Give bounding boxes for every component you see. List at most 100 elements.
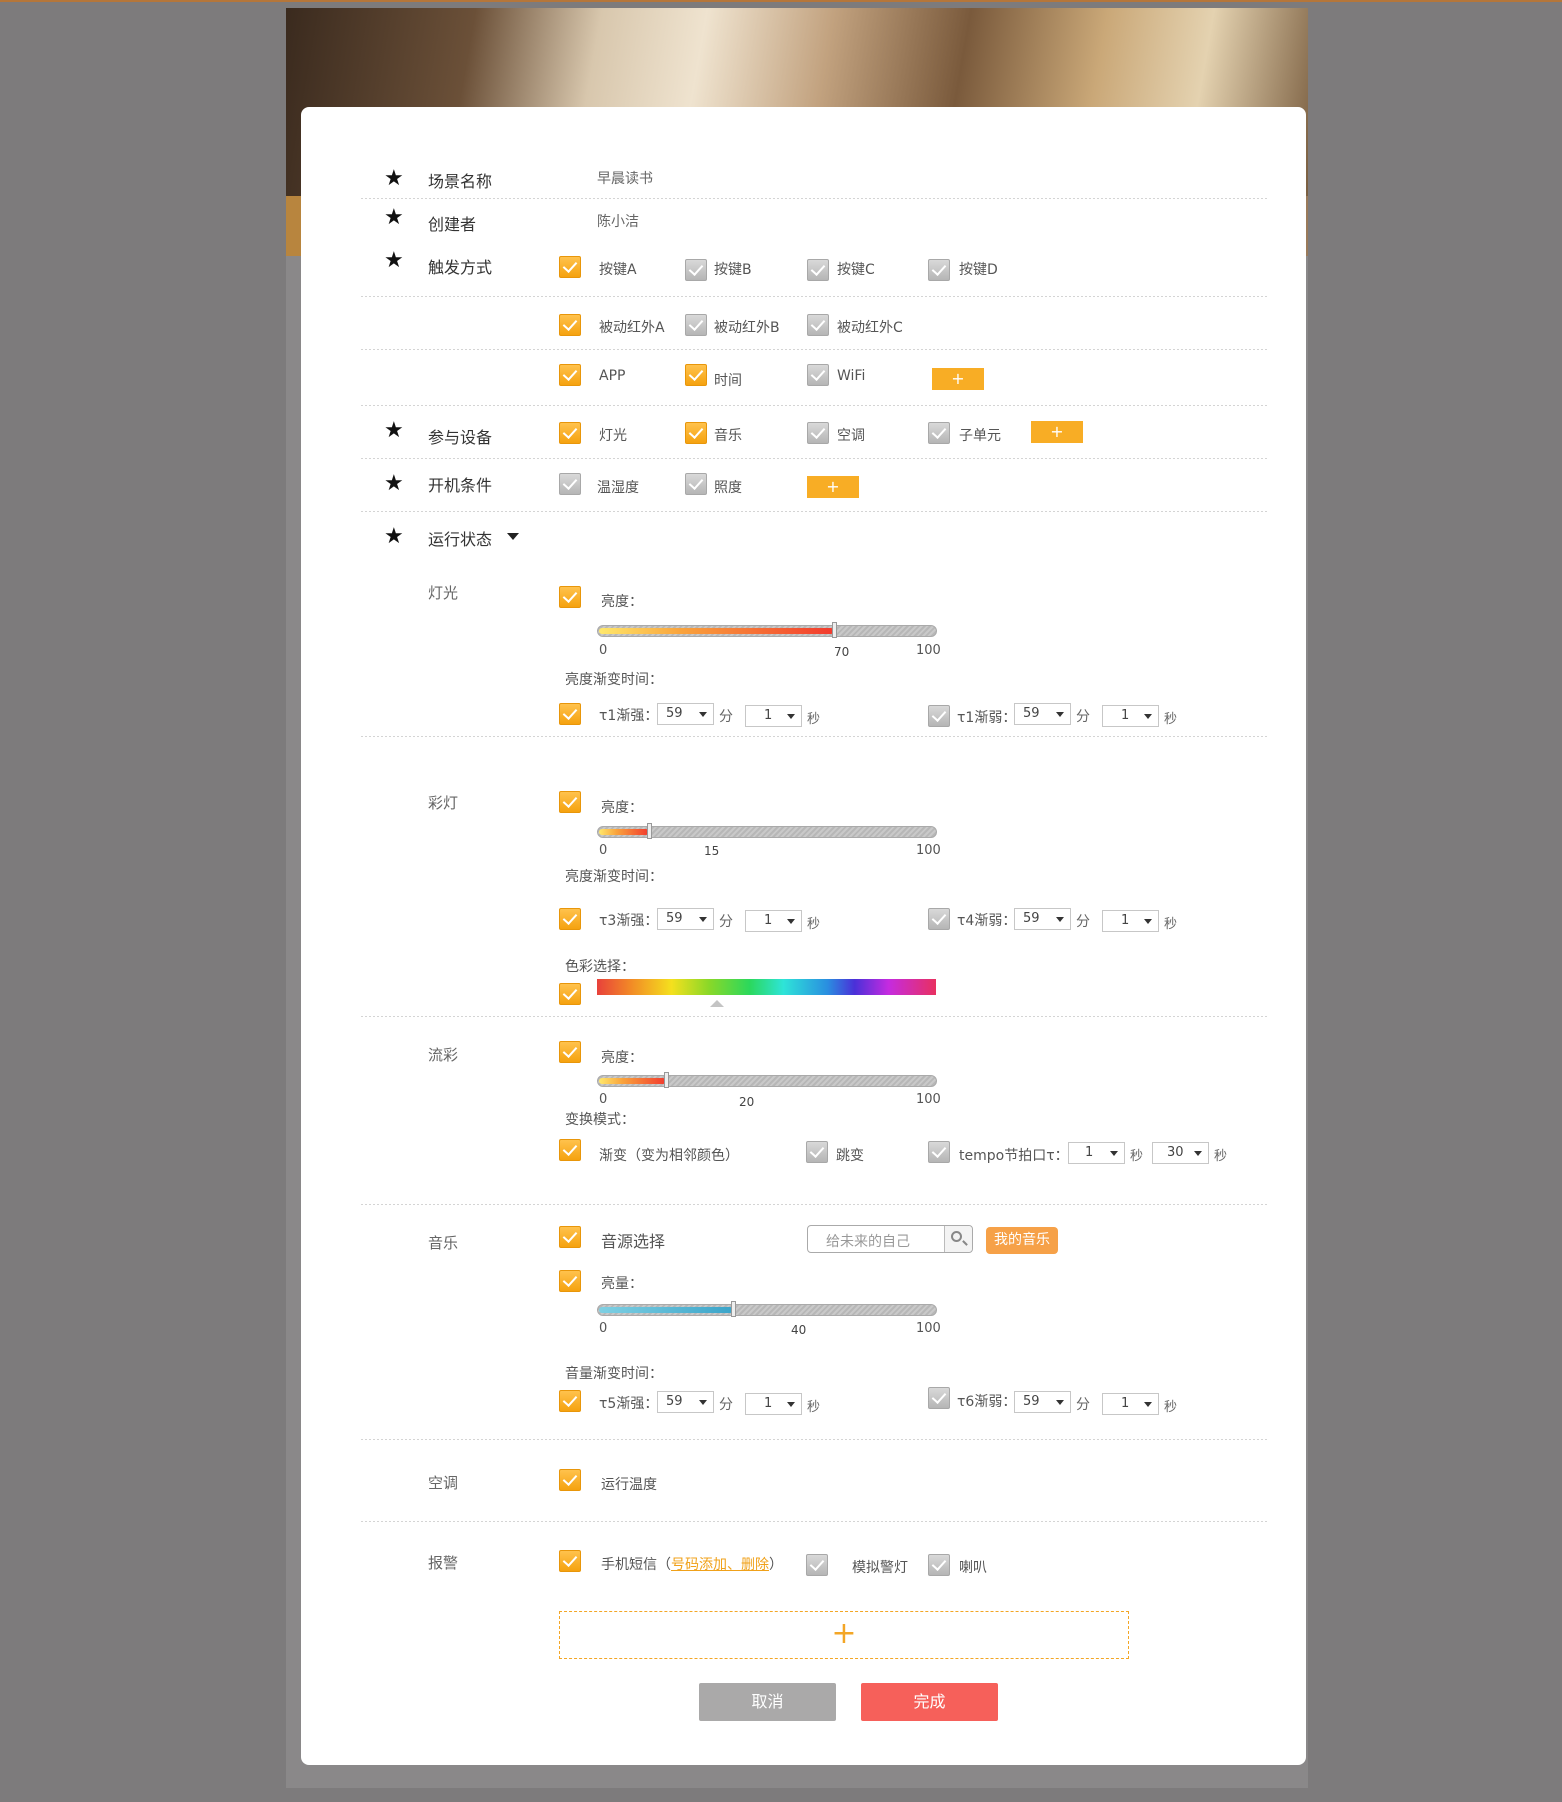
sms-text: 手机短信（ xyxy=(601,1557,671,1573)
device-option-label: 子单元 xyxy=(959,428,1001,444)
alarm-police-light-checkbox[interactable] xyxy=(806,1554,828,1576)
tempo-select[interactable]: 1 xyxy=(1068,1142,1125,1164)
add-device-button[interactable]: + xyxy=(1031,421,1083,443)
fade-out-minutes-select[interactable]: 59 xyxy=(1014,908,1071,930)
music-volume-checkbox[interactable] xyxy=(559,1270,581,1292)
unit-seconds: 秒 xyxy=(807,917,821,932)
volume-label: 亮量： xyxy=(601,1276,643,1292)
music-fade-out-checkbox[interactable] xyxy=(928,1387,950,1409)
trigger-app-checkbox[interactable] xyxy=(559,364,581,386)
done-button[interactable]: 完成 xyxy=(861,1683,998,1721)
fade-out-seconds-select[interactable]: 1 xyxy=(1102,705,1159,727)
trigger-ir-c-checkbox[interactable] xyxy=(807,314,829,336)
light-brightness-checkbox[interactable] xyxy=(559,586,581,608)
condition-illuminance-checkbox[interactable] xyxy=(685,473,707,495)
unit-minutes: 分 xyxy=(719,914,733,930)
trigger-key-a-checkbox[interactable] xyxy=(559,256,581,278)
trigger-key-b-checkbox[interactable] xyxy=(685,259,707,281)
music-search-box[interactable]: 给未来的自己 xyxy=(807,1225,973,1253)
slider-thumb[interactable] xyxy=(647,823,653,839)
trigger-key-d-checkbox[interactable] xyxy=(928,259,950,281)
unit-seconds: 秒 xyxy=(1164,917,1178,932)
unit-minutes: 分 xyxy=(1076,1397,1090,1413)
mode-gradient-checkbox[interactable] xyxy=(559,1139,581,1161)
fade-in-minutes-select[interactable]: 59 xyxy=(657,1391,714,1413)
light-fade-out-checkbox[interactable] xyxy=(928,705,950,727)
fade-out-minutes-select[interactable]: 59 xyxy=(1014,1391,1071,1413)
music-fade-in-checkbox[interactable] xyxy=(559,1390,581,1412)
sms-number-link[interactable]: 号码添加、删除 xyxy=(671,1557,769,1573)
condition-temp-humidity-checkbox[interactable] xyxy=(559,473,581,495)
color-select-label: 色彩选择： xyxy=(565,959,635,975)
slider-thumb[interactable] xyxy=(731,1301,737,1317)
fade-in-seconds-select[interactable]: 1 xyxy=(745,1393,802,1415)
fade-in-minutes-select[interactable]: 59 xyxy=(657,908,714,930)
unit-seconds: 秒 xyxy=(1130,1149,1144,1164)
fade-in-minutes-select[interactable]: 59 xyxy=(657,703,714,725)
color-light-fade-in-checkbox[interactable] xyxy=(559,908,581,930)
device-aircon-checkbox[interactable] xyxy=(807,422,829,444)
trigger-ir-a-checkbox[interactable] xyxy=(559,314,581,336)
color-select-checkbox[interactable] xyxy=(559,983,581,1005)
fade-out-label: τ4渐弱： xyxy=(957,913,1017,929)
chevron-down-icon[interactable] xyxy=(507,533,519,540)
scene-edit-dialog: ★ 场景名称 早晨读书 ★ 创建者 陈小洁 ★ 触发方式 按键A 按键B 按键C… xyxy=(301,107,1306,1765)
unit-seconds: 秒 xyxy=(1214,1149,1228,1164)
fade-in-seconds-select[interactable]: 1 xyxy=(745,705,802,727)
condition-option-label: 照度 xyxy=(714,480,742,496)
trigger-wifi-checkbox[interactable] xyxy=(807,364,829,386)
cancel-button[interactable]: 取消 xyxy=(699,1683,836,1721)
light-fade-in-checkbox[interactable] xyxy=(559,703,581,725)
add-trigger-button[interactable]: + xyxy=(932,368,984,390)
volume-fade-label: 音量渐变时间： xyxy=(565,1366,663,1382)
music-source-checkbox[interactable] xyxy=(559,1226,581,1248)
device-option-label: 音乐 xyxy=(714,428,742,444)
my-music-button[interactable]: 我的音乐 xyxy=(986,1227,1058,1254)
divider xyxy=(361,1439,1267,1440)
add-section-button[interactable]: + xyxy=(559,1611,1129,1659)
color-light-brightness-checkbox[interactable] xyxy=(559,791,581,813)
slider-thumb[interactable] xyxy=(832,622,838,638)
search-input[interactable]: 给未来的自己 xyxy=(826,1231,910,1251)
mode-tempo-checkbox[interactable] xyxy=(928,1141,950,1163)
device-music-checkbox[interactable] xyxy=(685,422,707,444)
alarm-horn-checkbox[interactable] xyxy=(928,1554,950,1576)
color-light-fade-out-checkbox[interactable] xyxy=(928,908,950,930)
slider-fill xyxy=(599,1307,734,1313)
trigger-key-c-checkbox[interactable] xyxy=(807,259,829,281)
police-light-label: 模拟警灯 xyxy=(852,1560,908,1576)
run-state-label[interactable]: 运行状态 xyxy=(428,526,492,550)
slider-value: 40 xyxy=(791,1323,807,1337)
unit-minutes: 分 xyxy=(1076,709,1090,725)
search-button[interactable] xyxy=(944,1226,972,1252)
divider xyxy=(361,736,1267,737)
color-light-section-title: 彩灯 xyxy=(428,794,459,812)
color-light-brightness-slider[interactable] xyxy=(597,823,937,839)
fade-out-seconds-select[interactable]: 1 xyxy=(1102,1393,1159,1415)
fade-in-seconds-select[interactable]: 1 xyxy=(745,910,802,932)
mode-jump-checkbox[interactable] xyxy=(806,1141,828,1163)
light-brightness-slider[interactable] xyxy=(597,622,937,638)
device-light-checkbox[interactable] xyxy=(559,422,581,444)
fade-in-label: τ3渐强： xyxy=(599,913,659,929)
add-condition-button[interactable]: + xyxy=(807,476,859,498)
slider-thumb[interactable] xyxy=(664,1072,670,1088)
fade-time-label: 亮度渐变时间： xyxy=(565,672,663,688)
fade-out-seconds-select[interactable]: 1 xyxy=(1102,910,1159,932)
slider-min: 0 xyxy=(599,1092,608,1107)
flow-brightness-slider[interactable] xyxy=(597,1072,937,1088)
slider-max: 100 xyxy=(916,1092,941,1107)
flow-brightness-checkbox[interactable] xyxy=(559,1041,581,1063)
flow-color-section-title: 流彩 xyxy=(428,1046,459,1064)
color-pointer-icon[interactable] xyxy=(710,1000,724,1007)
tempo-select-2[interactable]: 30 xyxy=(1152,1142,1209,1164)
alarm-sms-checkbox[interactable] xyxy=(559,1550,581,1572)
trigger-ir-b-checkbox[interactable] xyxy=(685,314,707,336)
music-volume-slider[interactable] xyxy=(597,1301,937,1317)
aircon-run-temp-checkbox[interactable] xyxy=(559,1469,581,1491)
fade-out-minutes-select[interactable]: 59 xyxy=(1014,703,1071,725)
color-spectrum-picker[interactable] xyxy=(597,979,936,995)
device-subunit-checkbox[interactable] xyxy=(928,422,950,444)
trigger-time-checkbox[interactable] xyxy=(685,364,707,386)
scene-name-value[interactable]: 早晨读书 xyxy=(597,168,653,188)
